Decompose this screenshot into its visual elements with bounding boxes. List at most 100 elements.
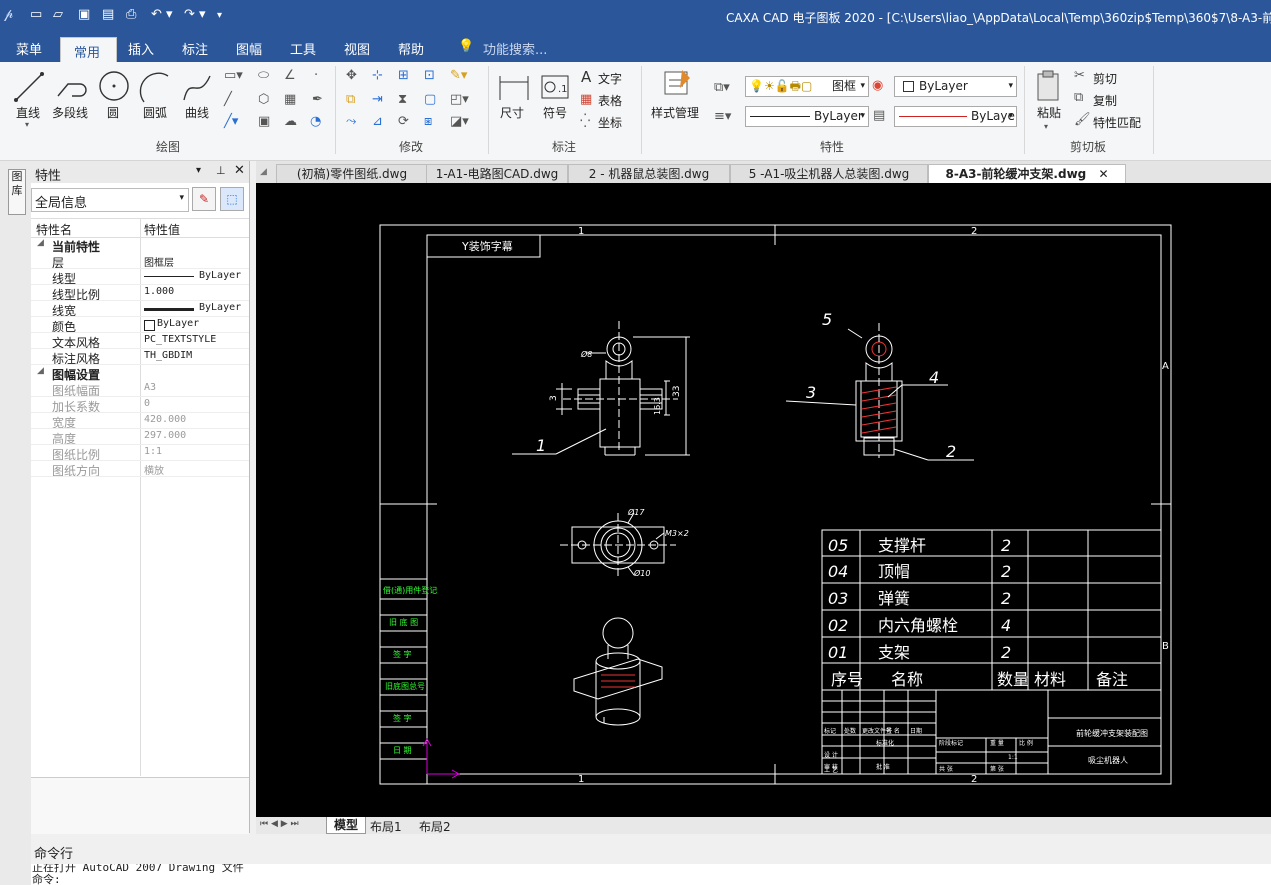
style-manager-button[interactable]: 样式管理 — [651, 104, 699, 121]
dimension-tool[interactable]: 尺寸 — [500, 104, 524, 121]
print-icon[interactable]: ⎙ — [126, 7, 136, 22]
hatch-icon[interactable]: ╱ — [224, 92, 232, 107]
linetype-combo[interactable]: ByLayer ▾ — [745, 106, 869, 127]
coordinate-tool[interactable]: 坐标 — [598, 114, 622, 131]
property-row[interactable]: 图纸比例 1:1 — [31, 445, 249, 462]
trim-icon[interactable]: ⊹ — [372, 68, 383, 83]
library-tab[interactable]: 图库 — [8, 169, 26, 215]
break-icon[interactable]: ⊿ — [372, 114, 383, 129]
menu-main[interactable]: 菜单 — [16, 39, 42, 58]
tab-model[interactable]: 模型 — [326, 817, 366, 834]
curve-tool[interactable]: 曲线 — [185, 104, 209, 121]
paste-button[interactable]: 粘贴 — [1037, 104, 1061, 121]
redo-icon[interactable]: ↷ ▾ — [184, 7, 206, 22]
line-dropdown-icon[interactable]: ▾ — [25, 120, 29, 129]
menu-annotate[interactable]: 标注 — [182, 39, 208, 58]
property-row[interactable]: 标注风格 TH_GBDIM — [31, 349, 249, 366]
property-row[interactable]: 图纸方向 横放 — [31, 461, 249, 478]
tab-document[interactable]: 5 -A1-吸尘机器人总装图.dwg — [730, 164, 928, 183]
clear-selection-icon[interactable]: ✎ — [192, 187, 216, 211]
cut-button[interactable]: 剪切 — [1093, 70, 1117, 87]
quick-select-icon[interactable]: ⬚ — [220, 187, 244, 211]
color-combo[interactable]: ByLayer ▾ — [894, 76, 1017, 97]
property-row[interactable]: 加长系数 0 — [31, 397, 249, 414]
new-file-icon[interactable]: ▭ — [30, 7, 42, 22]
section-sheet[interactable]: ◢ 图幅设置 — [31, 365, 249, 382]
symbol-tool[interactable]: 符号 — [543, 104, 567, 121]
menu-view[interactable]: 视图 — [344, 39, 370, 58]
panel-menu-icon[interactable]: ▾ — [196, 165, 201, 176]
copy-icon[interactable]: ⧉ — [346, 92, 355, 107]
point-icon[interactable]: · — [314, 68, 318, 83]
polygon-icon[interactable]: ⬡ — [258, 92, 269, 107]
menu-home-tab[interactable]: 常用 — [60, 37, 117, 63]
menu-tools[interactable]: 工具 — [290, 39, 316, 58]
tab-layout2[interactable]: 布局2 — [419, 818, 451, 835]
property-row[interactable]: 线宽 ByLayer — [31, 301, 249, 318]
array-icon[interactable]: ⊞ — [398, 68, 409, 83]
property-row[interactable]: 颜色 ByLayer — [31, 317, 249, 334]
extend-icon[interactable]: ⇥ — [372, 92, 383, 107]
save-all-icon[interactable]: ▤ — [102, 7, 114, 22]
property-row[interactable]: 层图框层 — [31, 253, 249, 270]
text-tool[interactable]: 文字 — [598, 70, 622, 87]
tab-close-icon[interactable]: ✕ — [1098, 167, 1108, 181]
move-icon[interactable]: ✥ — [346, 68, 357, 83]
menu-help[interactable]: 帮助 — [398, 39, 424, 58]
open-file-icon[interactable]: ▱ — [53, 7, 63, 22]
property-row[interactable]: 宽度 420.000 — [31, 413, 249, 430]
cloud-icon[interactable]: ☁ — [284, 114, 297, 129]
copy-button[interactable]: 复制 — [1093, 92, 1117, 109]
property-row[interactable]: 高度 297.000 — [31, 429, 249, 446]
tab-document[interactable]: (初稿)零件图纸.dwg — [276, 164, 428, 183]
color-wheel-icon[interactable]: ◉ — [872, 78, 883, 93]
property-row[interactable]: 图纸幅面 A3 — [31, 381, 249, 398]
tab-scroll-icon[interactable]: ◢ — [260, 167, 267, 177]
scale-icon[interactable]: ⊡ — [424, 68, 435, 83]
offset-icon[interactable]: ▢ — [424, 92, 436, 107]
line-tool[interactable]: 直线 — [16, 104, 40, 121]
chamfer-icon[interactable]: ◪▾ — [450, 114, 469, 129]
menu-sheet[interactable]: 图幅 — [236, 39, 262, 58]
rectangle-icon[interactable]: ▭▾ — [224, 68, 243, 83]
paste-dropdown-icon[interactable]: ▾ — [1044, 122, 1048, 131]
pin-icon[interactable]: ⊥ — [216, 164, 226, 177]
layer-manager-icon[interactable]: ⧉▾ — [714, 80, 730, 95]
fill-icon[interactable]: ◔ — [310, 114, 321, 129]
close-icon[interactable]: ✕ — [234, 163, 245, 178]
scope-combo[interactable]: 全局信息 ▾ — [31, 188, 189, 212]
menu-insert[interactable]: 插入 — [128, 39, 154, 58]
region-icon[interactable]: ▣ — [258, 114, 270, 129]
fillet-icon[interactable]: ◰▾ — [450, 92, 469, 107]
circle-tool[interactable]: 圆 — [107, 104, 119, 121]
feature-search[interactable]: 功能搜索... — [483, 39, 547, 58]
layout-nav-icon[interactable]: ⏮ ◀ ▶ ⏭ — [260, 819, 299, 829]
pen-icon[interactable]: ✒ — [312, 92, 323, 107]
property-row[interactable]: 线型 ByLayer — [31, 269, 249, 286]
arc-tool[interactable]: 圆弧 — [143, 104, 167, 121]
construct-line-icon[interactable]: ╱▾ — [224, 114, 238, 129]
explode-icon[interactable]: ⧆ — [424, 114, 432, 129]
polyline-tool[interactable]: 多段线 — [52, 104, 88, 121]
stretch-icon[interactable]: ⤳ — [346, 114, 356, 129]
tab-document-active[interactable]: 8-A3-前轮缓冲支架.dwg ✕ — [928, 164, 1126, 183]
linetype-icon[interactable]: ≡▾ — [714, 109, 731, 124]
ellipse-icon[interactable]: ⬭ — [258, 68, 269, 83]
undo-icon[interactable]: ↶ ▾ — [151, 7, 173, 22]
lineweight-icon[interactable]: ▤ — [873, 108, 885, 123]
tab-layout1[interactable]: 布局1 — [370, 818, 402, 835]
rotate-icon[interactable]: ⟳ — [398, 114, 409, 129]
property-row[interactable]: 文本风格 PC_TEXTSTYLE — [31, 333, 249, 350]
match-properties-button[interactable]: 特性匹配 — [1093, 114, 1141, 131]
lineweight-combo[interactable]: ByLaye ▾ — [894, 106, 1017, 127]
erase-icon[interactable]: ✎▾ — [450, 68, 467, 83]
layer-combo[interactable]: 💡☀🔓🖶▢ 图框 ▾ — [745, 76, 869, 97]
table-tool[interactable]: 表格 — [598, 92, 622, 109]
drawing-canvas[interactable]: 1 2 1 2 A B Y装饰字幕 借(通)用件登记 旧 底 图 签 字 旧底图… — [256, 183, 1271, 817]
mirror-icon[interactable]: ⧗ — [398, 92, 407, 107]
tab-document[interactable]: 2 - 机器鼠总装图.dwg — [568, 164, 730, 183]
property-row[interactable]: 线型比例 1.000 — [31, 285, 249, 302]
save-icon[interactable]: ▣ — [78, 7, 90, 22]
command-output[interactable]: 正在打开 AutoCAD 2007 Drawing 文件 命令: — [31, 864, 1271, 885]
angle-icon[interactable]: ∠ — [284, 68, 296, 83]
